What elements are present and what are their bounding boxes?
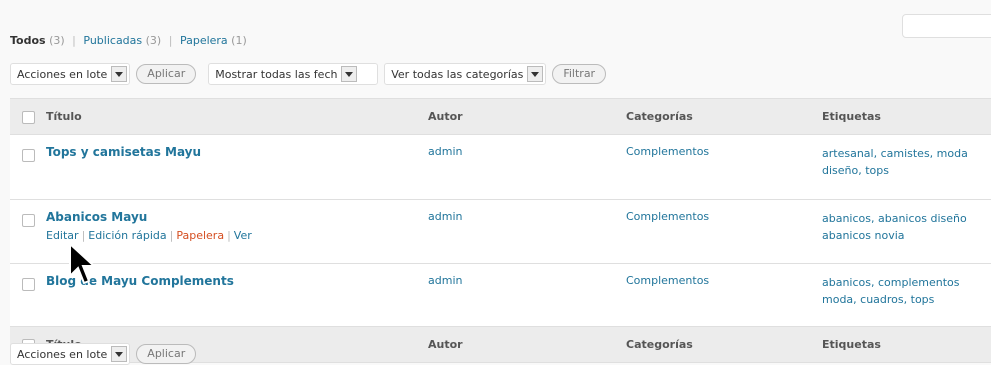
author-cell: admin [428, 274, 626, 287]
column-categories[interactable]: Categorías [626, 110, 822, 123]
row-checkbox[interactable] [21, 149, 35, 162]
category-cell: Complementos [626, 274, 822, 287]
tags-line[interactable]: artesanal, camistes, moda [822, 145, 991, 162]
separator: | [227, 229, 231, 242]
view-link[interactable]: Ver [234, 229, 252, 242]
categories-label: Ver todas las categorías [391, 67, 524, 81]
title-cell: Tops y camisetas Mayu [46, 145, 428, 159]
status-filter-links: Todos (3) | Publicadas (3) | Papelera (1… [10, 34, 247, 47]
filter-trash-link[interactable]: Papelera [180, 34, 228, 47]
category-link[interactable]: Complementos [626, 210, 709, 223]
select-all-cell [10, 110, 46, 124]
select-all-checkbox[interactable] [21, 110, 35, 124]
post-title-link[interactable]: Abanicos Mayu [46, 210, 147, 224]
tags-line[interactable]: abanicos, complementos [822, 274, 991, 291]
title-cell: Abanicos Mayu Editar | Edición rápida | Pape… [46, 210, 428, 242]
dates-select[interactable]: Mostrar todas las fech [208, 63, 379, 85]
row-checkbox-cell [10, 145, 46, 162]
title-cell: Blog de Mayu Complements [46, 274, 428, 288]
author-link[interactable]: admin [428, 210, 462, 223]
row-checkbox[interactable] [21, 278, 35, 291]
table-row: Abanicos Mayu Editar | Edición rápida | Pape… [10, 200, 991, 264]
column-categories[interactable]: Categorías [626, 338, 822, 351]
row-actions: Editar | Edición rápida | Papelera | Ver [46, 229, 428, 242]
filter-all-link[interactable]: Todos [10, 34, 46, 47]
chevron-down-icon [527, 66, 544, 82]
tags-line[interactable]: diseño, tops [822, 162, 991, 179]
author-link[interactable]: admin [428, 274, 462, 287]
mouse-pointer-icon [69, 242, 97, 285]
posts-table: Título Autor Categorías Etiquetas Tops y… [10, 98, 991, 363]
edit-link[interactable]: Editar [46, 229, 79, 242]
column-title[interactable]: Título [46, 110, 428, 123]
apply-button[interactable]: Aplicar [136, 344, 197, 364]
row-checkbox-cell [10, 274, 46, 291]
apply-button[interactable]: Aplicar [136, 64, 197, 84]
author-cell: admin [428, 145, 626, 158]
table-header: Título Autor Categorías Etiquetas [10, 99, 991, 135]
post-title-link[interactable]: Tops y camisetas Mayu [46, 145, 201, 159]
row-checkbox-cell [10, 210, 46, 227]
tags-cell: abanicos, complementos moda, cuadros, top… [822, 274, 991, 308]
author-cell: admin [428, 210, 626, 223]
chevron-down-icon [341, 66, 358, 82]
quick-edit-link[interactable]: Edición rápida [88, 229, 166, 242]
category-link[interactable]: Complementos [626, 274, 709, 287]
tablenav-bottom: Acciones en lote Aplicar [10, 343, 208, 365]
tags-line[interactable]: moda, cuadros, tops [822, 291, 991, 308]
category-cell: Complementos [626, 210, 822, 223]
tags-cell: artesanal, camistes, moda diseño, tops [822, 145, 991, 179]
categories-select[interactable]: Ver todas las categorías [384, 63, 547, 85]
column-tags[interactable]: Etiquetas [822, 336, 991, 353]
bulk-actions-select[interactable]: Acciones en lote [10, 63, 131, 85]
chevron-down-icon [111, 346, 128, 362]
trash-link[interactable]: Papelera [176, 229, 224, 242]
filter-trash-count: (1) [231, 34, 247, 47]
filter-all-count: (3) [49, 34, 65, 47]
dates-label: Mostrar todas las fech [215, 67, 338, 81]
chevron-down-icon [111, 66, 128, 82]
search-input[interactable] [902, 14, 991, 38]
filter-published-link[interactable]: Publicadas [83, 34, 142, 47]
tags-cell: abanicos, abanicos diseño abanicos novia [822, 210, 991, 244]
column-tags[interactable]: Etiquetas [822, 108, 991, 125]
category-link[interactable]: Complementos [626, 145, 709, 158]
filter-published-count: (3) [145, 34, 162, 47]
category-cell: Complementos [626, 145, 822, 158]
column-author[interactable]: Autor [428, 110, 626, 123]
separator: | [81, 229, 86, 242]
separator: | [169, 229, 174, 242]
bulk-actions-label: Acciones en lote [17, 67, 108, 81]
bulk-actions-select[interactable]: Acciones en lote [10, 343, 131, 365]
table-row: Tops y camisetas Mayu admin Complementos… [10, 135, 991, 200]
row-checkbox[interactable] [21, 214, 35, 227]
separator: | [72, 34, 76, 47]
author-link[interactable]: admin [428, 145, 462, 158]
separator: | [168, 34, 173, 47]
tags-line[interactable]: abanicos, abanicos diseño [822, 210, 991, 227]
table-row: Blog de Mayu Complements admin Complemen… [10, 264, 991, 327]
filter-button[interactable]: Filtrar [552, 64, 607, 84]
tablenav-top: Acciones en lote Aplicar Mostrar todas l… [10, 63, 618, 85]
tags-line[interactable]: abanicos novia [822, 227, 991, 244]
column-author[interactable]: Autor [428, 338, 626, 351]
